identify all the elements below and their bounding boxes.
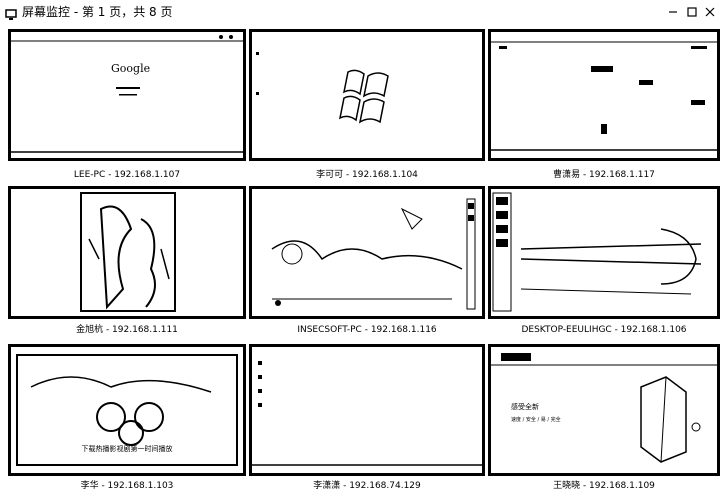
cartoon-image-screen: 下载热播影视剧第一时间播放 <box>16 354 238 466</box>
screen-tile[interactable]: INSECSOFT-PC - 192.168.1.116 <box>249 186 485 336</box>
google-search-screen: Google <box>11 35 243 153</box>
maximize-icon[interactable] <box>683 3 701 21</box>
baidu-home-screen <box>491 41 717 151</box>
screen-tile[interactable]: 感受全新 速度 / 安全 / 易 / 完全 王晓晓 - 192.168.1.10… <box>488 344 720 493</box>
architecture-photo-screen <box>492 192 702 312</box>
screen-caption: 李可可 - 192.168.1.104 <box>316 170 418 180</box>
blank-desktop-screen <box>252 361 482 466</box>
windows-logo-screen <box>256 52 389 124</box>
svg-text:感受全新: 感受全新 <box>511 402 539 411</box>
screen-tile[interactable]: 曹潇易 - 192.168.1.117 <box>488 29 720 183</box>
screen-thumbnail[interactable]: Google <box>8 29 246 161</box>
screen-caption: 李华 - 192.168.1.103 <box>80 481 174 491</box>
screen-caption: LEE-PC - 192.168.1.107 <box>73 170 181 180</box>
screen-caption: DESKTOP-EEULIHGC - 192.168.1.106 <box>521 325 687 335</box>
screen-thumbnail[interactable]: 感受全新 速度 / 安全 / 易 / 完全 <box>488 344 720 476</box>
window-title: 屏幕监控 - 第 1 页，共 8 页 <box>22 5 173 19</box>
minimize-icon[interactable] <box>664 3 682 21</box>
screen-tile[interactable]: 金旭杭 - 192.168.1.111 <box>8 186 246 336</box>
screen-tile[interactable]: 李可可 - 192.168.1.104 <box>249 29 485 183</box>
screen-thumbnail[interactable] <box>488 186 720 319</box>
screen-thumbnail[interactable] <box>488 29 720 161</box>
desktop-wallpaper-screen <box>271 198 476 310</box>
title-bar: 屏幕监控 - 第 1 页，共 8 页 <box>0 0 720 24</box>
screen-caption: 曹潇易 - 192.168.1.117 <box>553 170 655 180</box>
screen-thumbnail[interactable]: 下载热播影视剧第一时间播放 <box>8 344 246 476</box>
svg-text:速度 / 安全 / 易 / 完全: 速度 / 安全 / 易 / 完全 <box>511 416 561 423</box>
svg-text:下载热播影视剧第一时间播放: 下载热播影视剧第一时间播放 <box>82 444 173 453</box>
screen-tile[interactable]: 下载热播影视剧第一时间播放 李华 - 192.168.1.103 <box>8 344 246 493</box>
screen-thumbnail[interactable] <box>249 186 485 319</box>
screen-caption: INSECSOFT-PC - 192.168.1.116 <box>297 325 437 335</box>
screen-tile[interactable]: DESKTOP-EEULIHGC - 192.168.1.106 <box>488 186 720 336</box>
svg-text:Google: Google <box>111 62 150 75</box>
screen-thumbnail[interactable] <box>8 186 246 319</box>
windows-logo-icon <box>338 69 389 124</box>
screen-caption: 金旭杭 - 192.168.1.111 <box>76 325 178 335</box>
screen-tile[interactable]: Google LEE-PC - 192.168.1.107 <box>8 29 246 183</box>
screen-thumbnail[interactable] <box>249 29 485 161</box>
screen-thumbnail[interactable] <box>249 344 485 476</box>
screen-tile[interactable]: 李潇潇 - 192.168.74.129 <box>249 344 485 493</box>
screen-caption: 李潇潇 - 192.168.74.129 <box>313 481 421 491</box>
poster-image-screen <box>80 192 176 312</box>
win10-promo-screen: 感受全新 速度 / 安全 / 易 / 完全 <box>491 353 717 463</box>
screen-caption: 王晓晓 - 192.168.1.109 <box>553 481 655 491</box>
monitor-icon <box>5 6 17 20</box>
close-icon[interactable] <box>701 3 719 21</box>
